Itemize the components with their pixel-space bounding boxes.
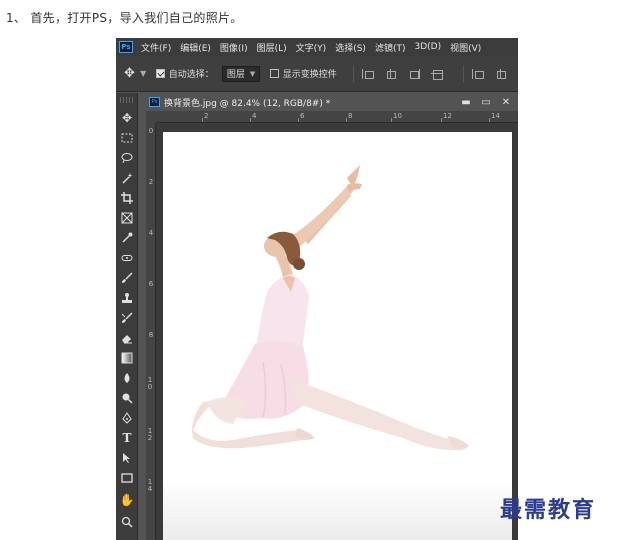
ruler-label: 14 xyxy=(491,112,500,120)
options-bar: ✥ ▼ 自动选择： 图层 ▼ 显示变换控件 xyxy=(116,56,518,92)
auto-select-label: 自动选择： xyxy=(168,70,214,80)
align-middle-icon[interactable] xyxy=(431,69,444,80)
align-left-icon[interactable] xyxy=(361,68,374,79)
ruler-tick xyxy=(391,118,392,122)
stamp-icon[interactable] xyxy=(118,289,136,307)
zoom-icon[interactable] xyxy=(118,513,136,531)
ruler-label: 2 xyxy=(204,112,209,120)
ruler-tick xyxy=(489,118,490,122)
align-right-icon[interactable] xyxy=(408,68,421,79)
menu-filter[interactable]: 滤镜(T) xyxy=(375,41,406,54)
ruler-label: 4 xyxy=(252,112,257,120)
ruler-corner xyxy=(146,111,156,123)
watermark-logo: 最需教育 xyxy=(500,497,597,523)
ruler-tick xyxy=(250,118,251,122)
frame-icon[interactable] xyxy=(118,209,136,227)
chevron-down-icon[interactable]: ▼ xyxy=(140,69,146,78)
ruler-vertical: 0 2 4 6 8 1 0 1 2 1 4 xyxy=(146,123,156,540)
ruler-label: 2 xyxy=(148,178,154,186)
magic-wand-icon[interactable] xyxy=(118,169,136,187)
dodge-icon[interactable] xyxy=(118,389,136,407)
ruler-label: 1 0 xyxy=(147,376,153,391)
photoshop-logo: Ps xyxy=(119,41,133,53)
dancer-photo xyxy=(192,165,469,451)
eyedropper-icon[interactable] xyxy=(118,229,136,247)
ruler-label: 0 xyxy=(148,127,154,135)
close-icon[interactable]: ✕ xyxy=(498,95,514,109)
scroll-track[interactable] xyxy=(512,123,518,540)
maximize-icon[interactable]: ▭ xyxy=(478,95,494,109)
align-center-icon[interactable] xyxy=(385,68,397,79)
menu-view[interactable]: 视图(V) xyxy=(450,41,481,54)
ruler-tick xyxy=(298,118,299,122)
options-divider xyxy=(462,64,464,83)
ruler-horizontal: 2 4 6 8 10 12 14 xyxy=(156,111,518,123)
move-tool-preset-icon[interactable]: ✥ xyxy=(124,66,137,81)
menu-3d[interactable]: 3D(D) xyxy=(414,42,441,52)
menu-edit[interactable]: 编辑(E) xyxy=(180,41,211,54)
ruler-label: 1 4 xyxy=(147,478,153,493)
marquee-icon[interactable] xyxy=(118,129,136,147)
pen-icon[interactable] xyxy=(118,409,136,427)
photoshop-window: Ps 文件(F) 编辑(E) 图像(I) 图层(L) 文字(Y) 选择(S) 滤… xyxy=(116,38,518,540)
menu-layer[interactable]: 图层(L) xyxy=(257,41,287,54)
tools-panel: ✥ T ✋ xyxy=(116,93,138,540)
blur-icon[interactable] xyxy=(118,369,136,387)
ruler-label: 6 xyxy=(300,112,305,120)
hand-icon[interactable]: ✋ xyxy=(118,491,136,509)
panel-grip[interactable] xyxy=(120,97,134,103)
ruler-label: 10 xyxy=(393,112,402,120)
menu-file[interactable]: 文件(F) xyxy=(141,41,171,54)
type-icon[interactable]: T xyxy=(118,429,136,447)
ruler-label: 8 xyxy=(348,112,353,120)
document-tab[interactable]: Ps 换背景色.jpg @ 82.4% (12, RGB/8#) * ▬ ▭ ✕ xyxy=(146,93,518,111)
lasso-icon[interactable] xyxy=(118,149,136,167)
article-caption: 1、 首先，打开PS，导入我们自己的照片。 xyxy=(6,11,243,25)
ruler-tick xyxy=(441,118,442,122)
healing-icon[interactable] xyxy=(118,249,136,267)
minimize-icon[interactable]: ▬ xyxy=(458,95,474,109)
gradient-icon[interactable] xyxy=(118,349,136,367)
ruler-tick xyxy=(202,118,203,122)
crop-icon[interactable] xyxy=(118,189,136,207)
path-select-icon[interactable] xyxy=(118,449,136,467)
ruler-label: 1 2 xyxy=(147,427,153,442)
document-window: Ps 换背景色.jpg @ 82.4% (12, RGB/8#) * ▬ ▭ ✕… xyxy=(146,93,518,540)
photoshop-file-icon: Ps xyxy=(149,97,160,107)
menu-select[interactable]: 选择(S) xyxy=(335,41,366,54)
history-brush-icon[interactable] xyxy=(118,309,136,327)
eraser-icon[interactable] xyxy=(118,329,136,347)
align-vcenter-icon[interactable] xyxy=(495,68,506,79)
ruler-label: 12 xyxy=(443,112,452,120)
rectangle-icon[interactable] xyxy=(118,469,136,487)
document-title: 换背景色.jpg @ 82.4% (12, RGB/8#) * xyxy=(164,98,331,109)
ruler-label: 4 xyxy=(148,229,154,237)
menu-image[interactable]: 图像(I) xyxy=(220,41,248,54)
auto-select-target-value: 图层 xyxy=(226,70,245,80)
show-transform-label: 显示变换控件 xyxy=(282,70,337,80)
ruler-tick xyxy=(346,118,347,122)
brush-icon[interactable] xyxy=(118,269,136,287)
show-transform-checkbox[interactable] xyxy=(270,69,279,78)
chevron-down-icon: ▼ xyxy=(249,69,256,78)
auto-select-checkbox[interactable] xyxy=(156,69,165,78)
document-canvas[interactable] xyxy=(163,132,512,540)
ruler-label: 6 xyxy=(148,280,154,288)
move-icon[interactable]: ✥ xyxy=(118,109,136,127)
menu-type[interactable]: 文字(Y) xyxy=(296,41,327,54)
menu-bar: Ps 文件(F) 编辑(E) 图像(I) 图层(L) 文字(Y) 选择(S) 滤… xyxy=(116,38,518,56)
auto-select-target-dropdown[interactable]: 图层 ▼ xyxy=(221,65,261,82)
ruler-label: 8 xyxy=(148,331,154,339)
options-divider xyxy=(352,64,354,83)
align-top-icon[interactable] xyxy=(471,68,484,79)
